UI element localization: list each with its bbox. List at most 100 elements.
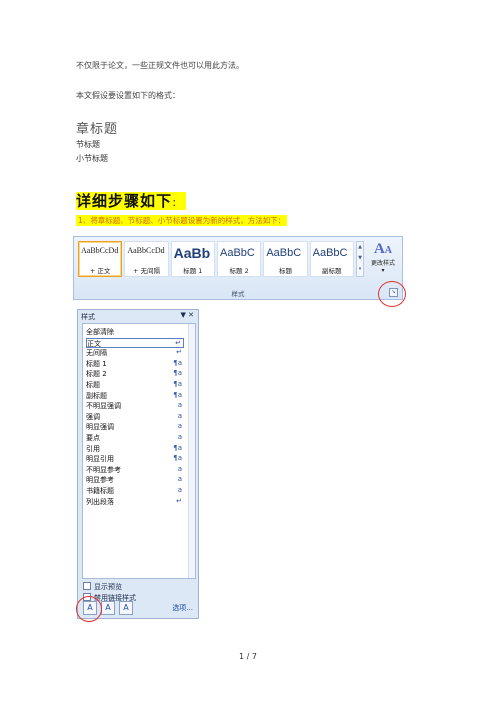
style-item-label: 明显引用 bbox=[86, 455, 114, 464]
quick-styles-gallery: AaBbCcDd + 正文 AaBbCcDd + 无间隔 AaBb 标题 1 AaBbC 标题… bbox=[78, 241, 356, 279]
ribbon-styles-group: AaBbCcDd + 正文 AaBbCcDd + 无间隔 AaBb 标题 1 AaBbC 标题… bbox=[73, 236, 403, 300]
change-styles-dropdown-icon: ▾ bbox=[381, 267, 385, 274]
style-type-icon: ¶a bbox=[173, 380, 182, 388]
styles-pane-controls[interactable]: ▼ ✕ bbox=[181, 311, 194, 319]
style-list-item[interactable]: 标题 1 ¶a bbox=[86, 359, 184, 369]
detail-steps-heading-text: 详细步骤如下 bbox=[76, 192, 173, 210]
gallery-down-icon[interactable]: ▼ bbox=[357, 253, 363, 264]
style-item-label: 强调 bbox=[86, 412, 100, 421]
style-type-icon: a bbox=[177, 486, 182, 494]
style-type-icon: a bbox=[177, 422, 182, 431]
quick-style-2[interactable]: AaBb 标题 1 bbox=[170, 241, 215, 277]
styles-pane-title: 样式 bbox=[81, 313, 95, 321]
quick-style-sample: AaBbC bbox=[266, 247, 302, 259]
style-type-icon: ¶a bbox=[173, 454, 182, 463]
annotation-circle-launcher bbox=[378, 281, 406, 307]
detail-steps-colon: ： bbox=[172, 199, 183, 209]
step-1-text: 1、将章标题、节标题、小节标题设置为新的样式，方法如下： bbox=[76, 215, 288, 226]
style-type-icon: a bbox=[177, 411, 182, 420]
style-item-label: 不明显强调 bbox=[86, 402, 121, 411]
annotation-circle-new-style bbox=[76, 596, 102, 622]
style-list-item[interactable]: 副标题 ¶a bbox=[86, 391, 184, 401]
style-list-item[interactable]: 要点 a bbox=[86, 433, 184, 443]
change-styles-button[interactable]: AA 更改样式 ▾ bbox=[366, 241, 400, 281]
styles-pane: 样式 ▼ ✕ 全部清除 正文 ↵ 无间隔 ↵ 标题 1 ¶a 标题 2 ¶a 标题 ¶a 副标题 ¶a 不… bbox=[77, 309, 199, 619]
style-item-label: 副标题 bbox=[86, 391, 107, 400]
style-item-label: 明显参考 bbox=[86, 476, 114, 485]
quick-style-3[interactable]: AaBbC 标题 2 bbox=[216, 241, 262, 277]
style-item-label: 明显强调 bbox=[86, 423, 114, 432]
quick-style-sample: AaBbCcDd bbox=[127, 246, 165, 255]
quick-style-sample: AaBbCcDd bbox=[81, 246, 119, 255]
detail-steps-heading: 详细步骤如下： bbox=[76, 190, 187, 211]
show-preview-checkbox[interactable]: 显示预览 bbox=[83, 582, 122, 592]
style-list-item[interactable]: 明显参考 a bbox=[86, 475, 184, 485]
sample-subsection-heading: 小节标题 bbox=[76, 154, 108, 163]
change-styles-icon: AA bbox=[373, 241, 393, 257]
quick-style-5[interactable]: AaBbC 副标题 bbox=[309, 241, 354, 277]
style-list-item[interactable]: 不明显强调 a bbox=[86, 401, 184, 411]
gallery-more-icon[interactable]: ▾ bbox=[357, 264, 363, 275]
change-styles-label: 更改样式 bbox=[370, 260, 395, 267]
sample-chapter-heading: 章标题 bbox=[76, 122, 119, 137]
checkbox-box bbox=[83, 582, 91, 590]
style-type-icon: a bbox=[177, 433, 182, 441]
quick-style-name: 标题 bbox=[278, 267, 292, 275]
style-item-label: 标题 2 bbox=[86, 370, 107, 379]
quick-style-0[interactable]: AaBbCcDd + 正文 bbox=[78, 241, 123, 277]
show-preview-label: 显示预览 bbox=[94, 583, 122, 591]
style-item-label: 标题 1 bbox=[86, 359, 107, 368]
quick-style-4[interactable]: AaBbC 标题 bbox=[263, 241, 308, 277]
style-list-item[interactable]: 无间隔 ↵ bbox=[86, 348, 184, 358]
style-type-icon: ↵ bbox=[175, 338, 181, 347]
style-type-icon: ↵ bbox=[176, 348, 182, 357]
sample-section-heading: 节标题 bbox=[76, 140, 100, 149]
quick-style-sample: AaBb bbox=[173, 245, 211, 261]
style-list-item[interactable]: 标题 2 ¶a bbox=[86, 369, 184, 379]
styles-list: 全部清除 正文 ↵ 无间隔 ↵ 标题 1 ¶a 标题 2 ¶a 标题 ¶a 副标题 ¶a 不明显强调 a 强调… bbox=[82, 323, 196, 579]
style-list-item[interactable]: 全部清除 bbox=[86, 327, 184, 337]
style-item-label: 书籍标题 bbox=[86, 487, 114, 495]
style-type-icon: a bbox=[177, 475, 182, 484]
style-type-icon: ¶a bbox=[173, 390, 182, 399]
quick-style-name: 标题 1 bbox=[183, 267, 203, 275]
style-inspector-icon[interactable]: A bbox=[101, 601, 115, 615]
manage-styles-icon[interactable]: A bbox=[119, 601, 133, 615]
style-type-icon: ↵ bbox=[176, 496, 182, 505]
style-item-label: 不明显参考 bbox=[86, 465, 121, 474]
quick-style-sample: AaBbC bbox=[219, 247, 255, 259]
quick-style-name: + 无间隔 bbox=[132, 267, 160, 275]
style-list-item[interactable]: 列出段落 ↵ bbox=[86, 497, 184, 507]
style-list-item[interactable]: 明显引用 ¶a bbox=[86, 454, 184, 464]
style-list-item[interactable]: 标题 ¶a bbox=[86, 380, 184, 390]
style-list-item[interactable]: 引用 ¶a bbox=[86, 444, 184, 454]
style-list-item[interactable]: 书籍标题 a bbox=[86, 486, 184, 496]
quick-style-1[interactable]: AaBbCcDd + 无间隔 bbox=[124, 241, 169, 277]
style-list-item[interactable]: 正文 ↵ bbox=[86, 337, 184, 348]
style-item-label: 标题 bbox=[86, 381, 100, 389]
style-item-label: 正文 bbox=[87, 339, 101, 348]
options-link[interactable]: 选项... bbox=[172, 603, 193, 613]
style-list-item[interactable]: 强调 a bbox=[86, 412, 184, 422]
style-type-icon: ¶a bbox=[173, 358, 182, 367]
ribbon-group-label: 样式 bbox=[231, 290, 245, 298]
gallery-up-icon[interactable]: ▲ bbox=[357, 242, 363, 253]
style-list-item[interactable]: 不明显参考 a bbox=[86, 465, 184, 475]
style-type-icon: ¶a bbox=[173, 369, 182, 378]
intro-line-1: 不仅限于论文，一些正规文件也可以用此方法。 bbox=[76, 61, 244, 70]
style-type-icon: a bbox=[177, 401, 182, 410]
gallery-scroll[interactable]: ▲ ▼ ▾ bbox=[356, 241, 364, 277]
styles-list-scrollbar[interactable] bbox=[188, 324, 195, 578]
intro-line-2: 本文假设要设置如下的格式： bbox=[76, 91, 180, 100]
style-item-label: 列出段落 bbox=[86, 497, 114, 506]
quick-style-name: 副标题 bbox=[322, 267, 342, 275]
quick-style-name: + 正文 bbox=[89, 267, 111, 275]
style-type-icon: ¶a bbox=[173, 443, 182, 452]
style-type-icon: a bbox=[177, 464, 182, 473]
style-item-label: 引用 bbox=[86, 444, 100, 453]
style-item-label: 全部清除 bbox=[86, 328, 114, 336]
quick-style-sample: AaBbC bbox=[312, 247, 348, 259]
style-item-label: 要点 bbox=[86, 434, 100, 442]
style-list-item[interactable]: 明显强调 a bbox=[86, 422, 184, 432]
page-number: 1 / 7 bbox=[239, 652, 257, 661]
